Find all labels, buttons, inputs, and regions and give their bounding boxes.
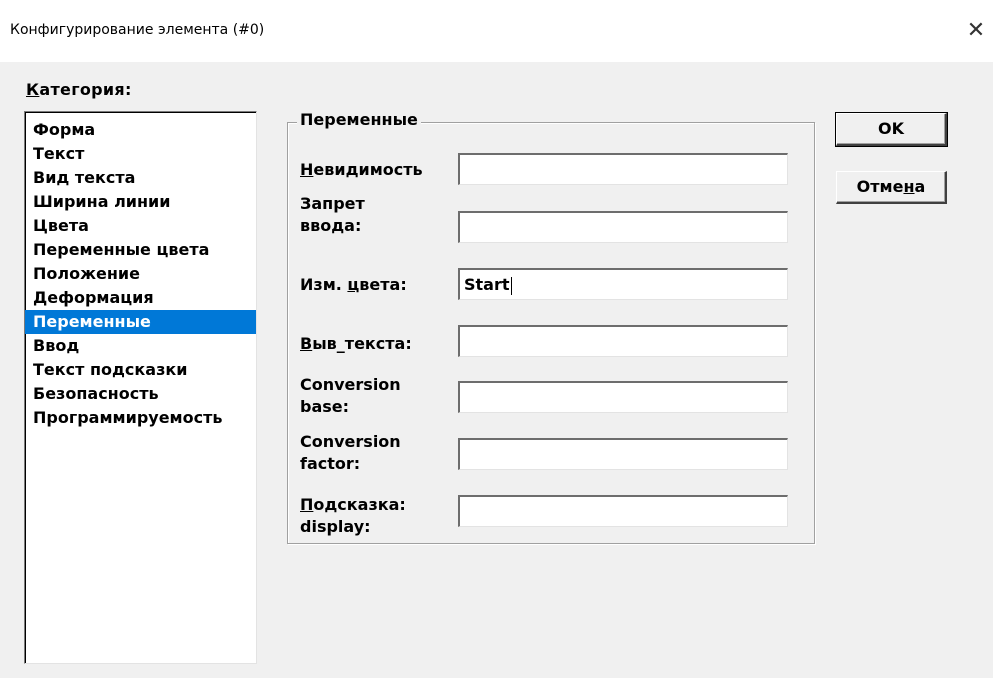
- category-item-peremennye-tsveta[interactable]: Переменные цвета: [25, 238, 256, 262]
- window-title: Конфигурирование элемента (#0): [10, 22, 265, 38]
- category-item-vid-teksta[interactable]: Вид текста: [25, 166, 256, 190]
- color-change-label: Изм. цвета:: [300, 275, 407, 294]
- input-disable-label: Запрет ввода:: [300, 194, 365, 235]
- conversion-factor-label: Conversion factor:: [300, 432, 401, 473]
- cancel-button[interactable]: Отмена: [836, 171, 947, 204]
- category-item-bezopasnost[interactable]: Безопасность: [25, 382, 256, 406]
- category-item-peremennye[interactable]: Переменные: [25, 310, 256, 334]
- conversion-base-label: Conversion base:: [300, 375, 401, 416]
- category-item-deformatsiya[interactable]: Деформация: [25, 286, 256, 310]
- color-change-value: Start: [464, 275, 510, 294]
- input-disable-input[interactable]: [458, 211, 788, 243]
- group-title: Переменные: [297, 110, 421, 129]
- category-label: Категория:: [26, 80, 132, 99]
- category-list[interactable]: Форма Текст Вид текста Ширина линии Цвет…: [24, 111, 257, 664]
- text-output-input[interactable]: [458, 325, 788, 357]
- text-caret: [510, 276, 512, 295]
- close-icon[interactable]: ✕: [959, 14, 993, 48]
- category-item-shirina-linii[interactable]: Ширина линии: [25, 190, 256, 214]
- category-item-polozhenie[interactable]: Положение: [25, 262, 256, 286]
- category-item-vvod[interactable]: Ввод: [25, 334, 256, 358]
- title-bar: Конфигурирование элемента (#0) ✕: [0, 0, 993, 62]
- category-item-tsveta[interactable]: Цвета: [25, 214, 256, 238]
- ok-button[interactable]: OK: [835, 112, 948, 147]
- text-output-label: Выв_текста:: [300, 334, 412, 353]
- tooltip-display-label: Подсказка: display:: [300, 495, 406, 536]
- color-change-input[interactable]: Start: [458, 268, 788, 300]
- conversion-base-input[interactable]: [458, 381, 788, 413]
- category-item-forma[interactable]: Форма: [25, 118, 256, 142]
- tooltip-display-input[interactable]: [458, 495, 788, 527]
- invisibility-label: Невидимость: [300, 160, 423, 179]
- category-item-tekst-podskazki[interactable]: Текст подсказки: [25, 358, 256, 382]
- invisibility-input[interactable]: [458, 153, 788, 185]
- conversion-factor-input[interactable]: [458, 438, 788, 470]
- category-item-programmiruemost[interactable]: Программируемость: [25, 406, 256, 430]
- category-item-tekst[interactable]: Текст: [25, 142, 256, 166]
